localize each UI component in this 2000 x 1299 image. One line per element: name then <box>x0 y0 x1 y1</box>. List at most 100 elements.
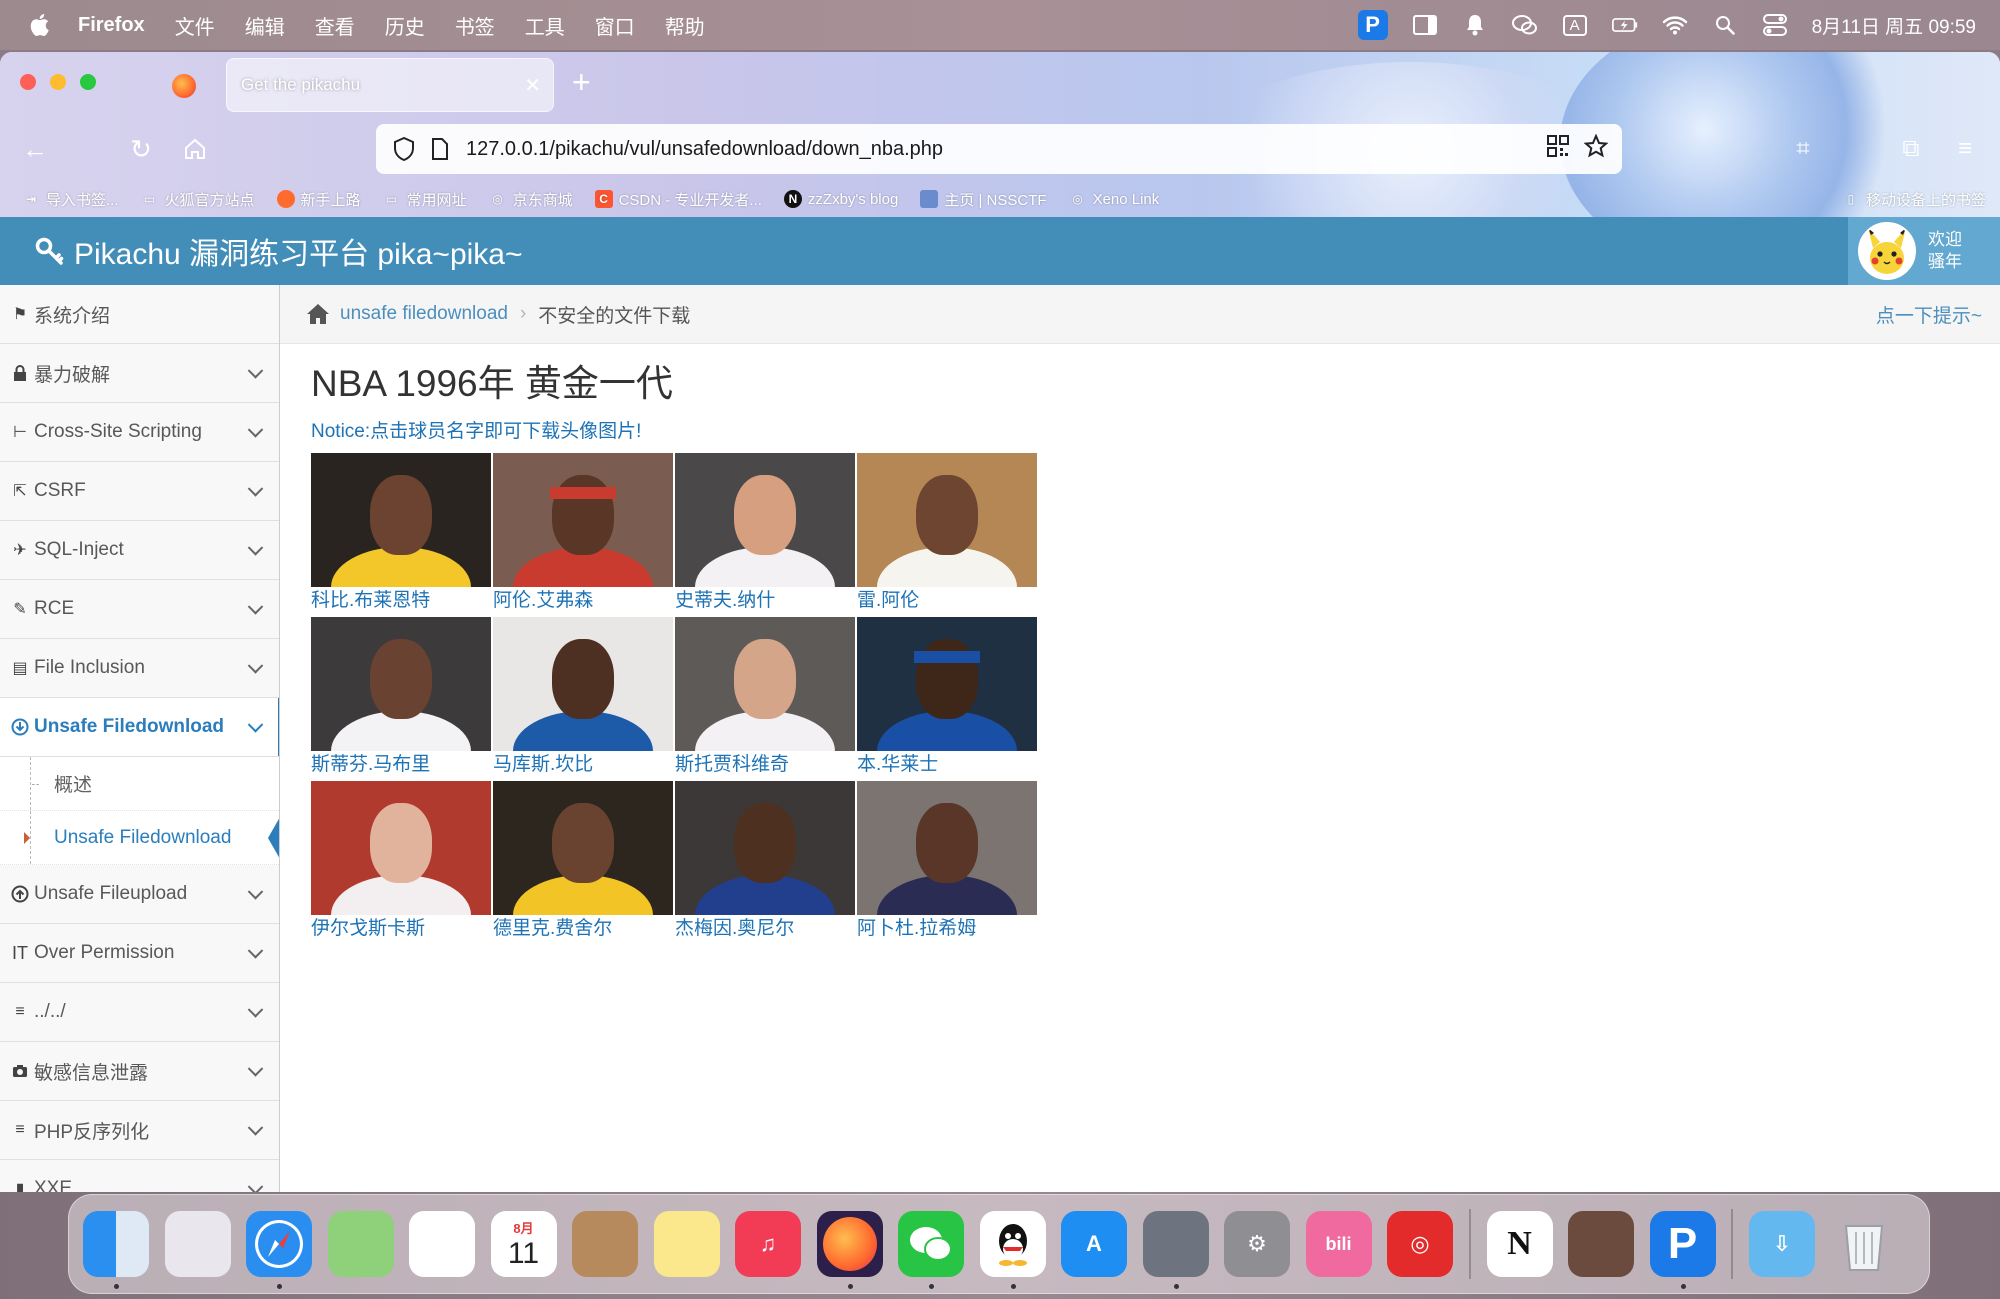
control-center-icon[interactable] <box>1762 14 1788 36</box>
sidebar-item-file-inclusion[interactable]: ▤ File Inclusion <box>0 639 279 698</box>
menu-tools[interactable]: 工具 <box>525 11 565 40</box>
menu-view[interactable]: 查看 <box>315 11 355 40</box>
p-app-icon[interactable]: P <box>1649 1211 1716 1289</box>
menu-bookmarks[interactable]: 书签 <box>455 11 495 40</box>
sidebar-subitem-overview[interactable]: 概述 <box>0 757 279 811</box>
trash-icon[interactable] <box>1831 1211 1897 1277</box>
calendar-icon[interactable]: 8月 11 <box>490 1211 557 1277</box>
page-icon[interactable] <box>426 135 454 163</box>
menu-file[interactable]: 文件 <box>175 11 215 40</box>
photos-icon[interactable] <box>409 1211 475 1277</box>
launchpad-icon[interactable] <box>164 1211 231 1277</box>
screenshot-crop-icon[interactable]: ⌗ <box>1788 134 1818 164</box>
menu-app-name[interactable]: Firefox <box>78 14 145 37</box>
new-tab-button[interactable]: + <box>572 64 591 101</box>
minimize-window-button[interactable] <box>50 74 66 90</box>
wechat-icon[interactable] <box>1511 14 1538 36</box>
p-app-icon[interactable]: P <box>1357 10 1388 40</box>
netease-music-icon[interactable]: ◎ <box>1387 1211 1453 1277</box>
sidebar-item-rce[interactable]: ✎ RCE <box>0 580 279 639</box>
player-download-link[interactable]: 马库斯.坎比 <box>493 751 673 779</box>
sidebar-item-xxe[interactable]: ▮ XXE <box>0 1160 279 1192</box>
zoom-window-button[interactable] <box>80 74 96 90</box>
extensions-icon[interactable]: ⧉ <box>1896 134 1926 164</box>
sidebar-icon[interactable] <box>1412 14 1438 36</box>
menu-window[interactable]: 窗口 <box>595 11 635 40</box>
player-download-link[interactable]: 杰梅因.奥尼尔 <box>675 915 855 943</box>
bookmark-item[interactable]: NzzZxby's blog <box>783 190 898 208</box>
anime-app-icon[interactable] <box>1568 1211 1634 1277</box>
bookmark-item[interactable]: ◎ 京东商城 <box>489 189 572 210</box>
player-download-link[interactable]: 阿伦.艾弗森 <box>493 587 673 615</box>
appstore-icon[interactable]: A <box>1061 1211 1127 1277</box>
bookmark-item[interactable]: C CSDN - 专业开发者... <box>594 189 762 210</box>
parallels-icon[interactable] <box>1142 1211 1209 1289</box>
apple-icon[interactable] <box>28 12 54 38</box>
sidebar-item-csrf[interactable]: ⇱ CSRF <box>0 462 279 521</box>
menu-history[interactable]: 历史 <box>385 11 425 40</box>
sidebar-subitem-unsafe-filedownload[interactable]: Unsafe Filedownload <box>0 811 279 865</box>
sidebar-item-unsafe-filedownload[interactable]: Unsafe Filedownload <box>0 698 279 757</box>
sidebar-item-dir-traversal[interactable]: ≡ ../../ <box>0 983 279 1042</box>
firefox-icon[interactable] <box>816 1211 883 1289</box>
home-button[interactable] <box>180 134 210 164</box>
safari-icon[interactable] <box>246 1211 312 1289</box>
sidebar-item-php-unserialize[interactable]: ≡ PHP反序列化 <box>0 1101 279 1160</box>
player-download-link[interactable]: 阿卜杜.拉希姆 <box>857 915 1037 943</box>
notes-icon[interactable] <box>653 1211 720 1277</box>
battery-icon[interactable] <box>1611 14 1638 36</box>
qr-code-icon[interactable] <box>1546 134 1570 164</box>
sidebar-item-bruteforce[interactable]: 暴力破解 <box>0 344 279 403</box>
player-download-link[interactable]: 斯托贾科维奇 <box>675 751 855 779</box>
contacts-icon[interactable] <box>572 1211 638 1277</box>
spotlight-icon[interactable] <box>1712 14 1738 36</box>
reload-button[interactable]: ↻ <box>126 134 156 164</box>
player-download-link[interactable]: 科比.布莱恩特 <box>311 587 491 615</box>
bookmark-item[interactable]: 新手上路 <box>276 189 361 210</box>
bookmark-star-icon[interactable] <box>1583 133 1609 164</box>
bookmark-item[interactable]: 主页 | NSSCTF <box>920 189 1047 210</box>
url-text[interactable]: 127.0.0.1/pikachu/vul/unsafedownload/dow… <box>466 138 943 161</box>
bilibili-icon[interactable]: bili <box>1305 1211 1372 1277</box>
mobile-bookmarks[interactable]: ▯ 移动设备上的书签 <box>1842 189 1986 210</box>
player-download-link[interactable]: 史蒂夫.纳什 <box>675 587 855 615</box>
finder-icon[interactable] <box>83 1211 149 1289</box>
sidebar-item-sqli[interactable]: ✈ SQL-Inject <box>0 521 279 580</box>
qq-icon[interactable] <box>979 1211 1046 1289</box>
menu-edit[interactable]: 编辑 <box>245 11 285 40</box>
bookmark-item[interactable]: ▭ 火狐官方站点 <box>141 189 255 210</box>
tab-active[interactable]: Get the pikachu ✕ <box>226 58 554 112</box>
player-download-link[interactable]: 雷.阿伦 <box>857 587 1037 615</box>
back-button[interactable]: ← <box>20 134 50 164</box>
brand[interactable]: Pikachu 漏洞练习平台 pika~pika~ <box>34 229 523 273</box>
hint-link[interactable]: 点一下提示~ <box>1876 301 1982 328</box>
sidebar-item-unsafe-fileupload[interactable]: Unsafe Fileupload <box>0 865 279 924</box>
maps-icon[interactable] <box>327 1211 394 1277</box>
bookmark-item[interactable]: ◎ Xeno Link <box>1069 190 1159 208</box>
menubar-clock[interactable]: 8月11日 周五 09:59 <box>1812 12 1976 39</box>
user-menu[interactable]: 欢迎 骚年 <box>1848 217 2000 285</box>
address-bar[interactable]: 127.0.0.1/pikachu/vul/unsafedownload/dow… <box>376 124 1622 174</box>
shield-icon[interactable] <box>390 135 418 163</box>
close-window-button[interactable] <box>20 74 36 90</box>
menu-hamburger-icon[interactable]: ≡ <box>1950 134 1980 164</box>
player-download-link[interactable]: 斯蒂芬.马布里 <box>311 751 491 779</box>
sidebar-item-info-leak[interactable]: 敏感信息泄露 <box>0 1042 279 1101</box>
breadcrumb-link[interactable]: unsafe filedownload <box>340 303 508 325</box>
wechat-icon[interactable] <box>898 1211 964 1289</box>
sidebar-item-over-permission[interactable]: IT Over Permission <box>0 924 279 983</box>
sidebar-item-xss[interactable]: ⊢ Cross-Site Scripting <box>0 403 279 462</box>
close-tab-icon[interactable]: ✕ <box>524 73 541 98</box>
bell-icon[interactable] <box>1462 14 1488 36</box>
bookmark-item[interactable]: ▭ 常用网址 <box>383 189 467 210</box>
bookmark-item[interactable]: ⇥ 导入书签... <box>22 189 119 210</box>
menu-help[interactable]: 帮助 <box>665 11 705 40</box>
notion-icon[interactable]: N <box>1486 1211 1553 1277</box>
music-icon[interactable]: ♫ <box>735 1211 801 1277</box>
input-method-icon[interactable]: A <box>1562 14 1588 36</box>
player-download-link[interactable]: 本.华莱士 <box>857 751 1037 779</box>
sidebar-item-intro[interactable]: ⚑ 系统介绍 <box>0 285 279 344</box>
firefox-icon[interactable] <box>172 74 196 98</box>
player-download-link[interactable]: 德里克.费舍尔 <box>493 915 673 943</box>
system-settings-icon[interactable]: ⚙ <box>1224 1211 1290 1277</box>
